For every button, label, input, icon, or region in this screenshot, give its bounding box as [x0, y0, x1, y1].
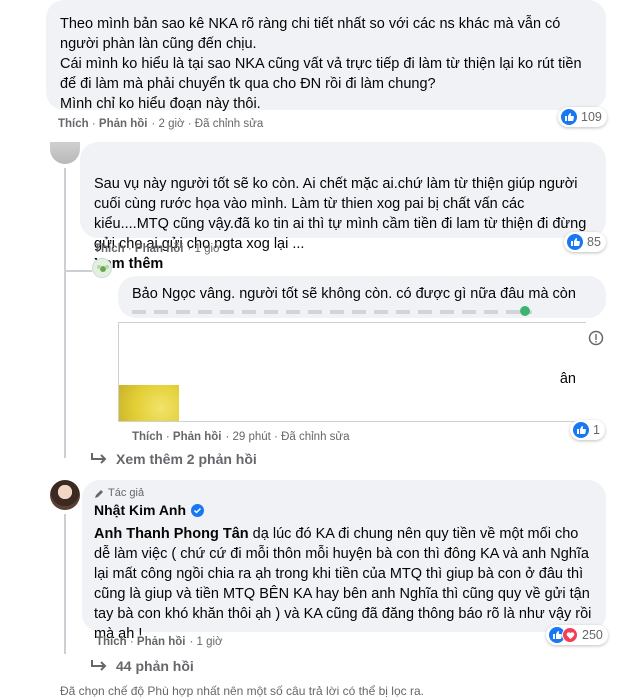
- author-name-row: Nhật Kim Anh: [94, 502, 205, 518]
- reply-connector: [66, 270, 92, 272]
- comment-timestamp[interactable]: · 1 giờ: [189, 636, 222, 648]
- avatar[interactable]: [50, 142, 80, 164]
- like-icon: [567, 234, 583, 250]
- like-button[interactable]: Thích: [94, 243, 125, 255]
- like-icon: [573, 422, 589, 438]
- reply-bubble-1: Bảo Ngọc vâng. người tốt sẽ không còn. c…: [118, 276, 606, 318]
- comment-reactions-2[interactable]: 85: [564, 232, 606, 252]
- reply-arrow-icon: [91, 453, 107, 464]
- author-comment-text: Anh Thanh Phong Tân dạ lúc đó KA đi chun…: [94, 526, 592, 642]
- reply-button[interactable]: Phản hồi: [99, 118, 148, 130]
- view-more-replies-button[interactable]: Xem thêm 2 phản hồi: [90, 451, 257, 467]
- comment-text-2: Sau vụ này người tốt sẽ ko còn. Ai chết …: [94, 176, 587, 272]
- avatar[interactable]: [92, 258, 112, 278]
- author-comment-actions: Thích · Phản hồi · 1 giờ: [96, 636, 223, 648]
- comment-timestamp[interactable]: · 1 giờ: [187, 243, 220, 255]
- comment-text-1: Theo mình bản sao kê NKA rõ ràng chi tiế…: [60, 16, 582, 112]
- reply-button[interactable]: Phản hồi: [137, 636, 186, 648]
- like-button[interactable]: Thích: [58, 118, 89, 130]
- mention-link[interactable]: Anh Thanh Phong Tân: [94, 526, 249, 542]
- author-name[interactable]: Nhật Kim Anh: [94, 502, 186, 518]
- comment-timestamp[interactable]: · 29 phút · Đã chỉnh sửa: [225, 431, 349, 443]
- flower-icon: [97, 265, 109, 272]
- thread-line: [64, 514, 66, 654]
- more-options-icon: [588, 330, 604, 346]
- reply-button[interactable]: Phản hồi: [173, 431, 222, 443]
- preview-image: [119, 385, 179, 421]
- author-badge: Tác giả: [94, 487, 144, 499]
- comment-actions-2: Thích · Phản hồi · 1 giờ: [94, 243, 221, 255]
- more-options-button[interactable]: [584, 326, 608, 350]
- view-replies-button[interactable]: 44 phản hồi: [90, 658, 194, 674]
- pencil-icon: [95, 489, 103, 498]
- reply-reactions-1[interactable]: 1: [570, 420, 605, 440]
- filter-notice: Đã chọn chế độ Phù hợp nhất nên một số c…: [60, 684, 424, 697]
- like-button[interactable]: Thích: [96, 636, 127, 648]
- reaction-count: 1: [593, 423, 600, 437]
- verified-icon: [191, 503, 205, 517]
- reply-arrow-icon: [91, 660, 107, 671]
- thread-line: [64, 168, 66, 458]
- obscured-text-line: [132, 310, 532, 314]
- avatar[interactable]: [50, 480, 80, 510]
- reaction-count: 109: [581, 110, 602, 124]
- reaction-count: 250: [582, 628, 603, 642]
- reply-text-1: Bảo Ngọc vâng. người tốt sẽ không còn. c…: [132, 286, 576, 302]
- reply-media-preview[interactable]: ân: [118, 322, 586, 422]
- reply-button[interactable]: Phản hồi: [135, 243, 184, 255]
- reaction-count: 85: [587, 235, 601, 249]
- preview-text: ân: [559, 371, 576, 387]
- comment-timestamp[interactable]: · 2 giờ · Đã chỉnh sửa: [151, 118, 263, 130]
- comment-reactions-1[interactable]: 109: [558, 107, 607, 127]
- author-comment-reactions[interactable]: 250: [546, 625, 608, 645]
- reply-actions-1: Thích · Phản hồi · 29 phút · Đã chỉnh sử…: [132, 431, 350, 443]
- comment-bubble-1: Theo mình bản sao kê NKA rõ ràng chi tiế…: [46, 0, 606, 112]
- heart-icon: [562, 627, 578, 643]
- green-dot: [520, 306, 530, 316]
- author-comment-bubble: Tác giả Nhật Kim Anh Anh Thanh Phong Tân…: [82, 480, 606, 642]
- comment-actions-1: Thích · Phản hồi · 2 giờ · Đã chỉnh sửa: [58, 118, 264, 130]
- like-icon: [561, 109, 577, 125]
- comment-bubble-2: Sau vụ này người tốt sẽ ko còn. Ai chết …: [80, 142, 606, 272]
- like-button[interactable]: Thích: [132, 431, 163, 443]
